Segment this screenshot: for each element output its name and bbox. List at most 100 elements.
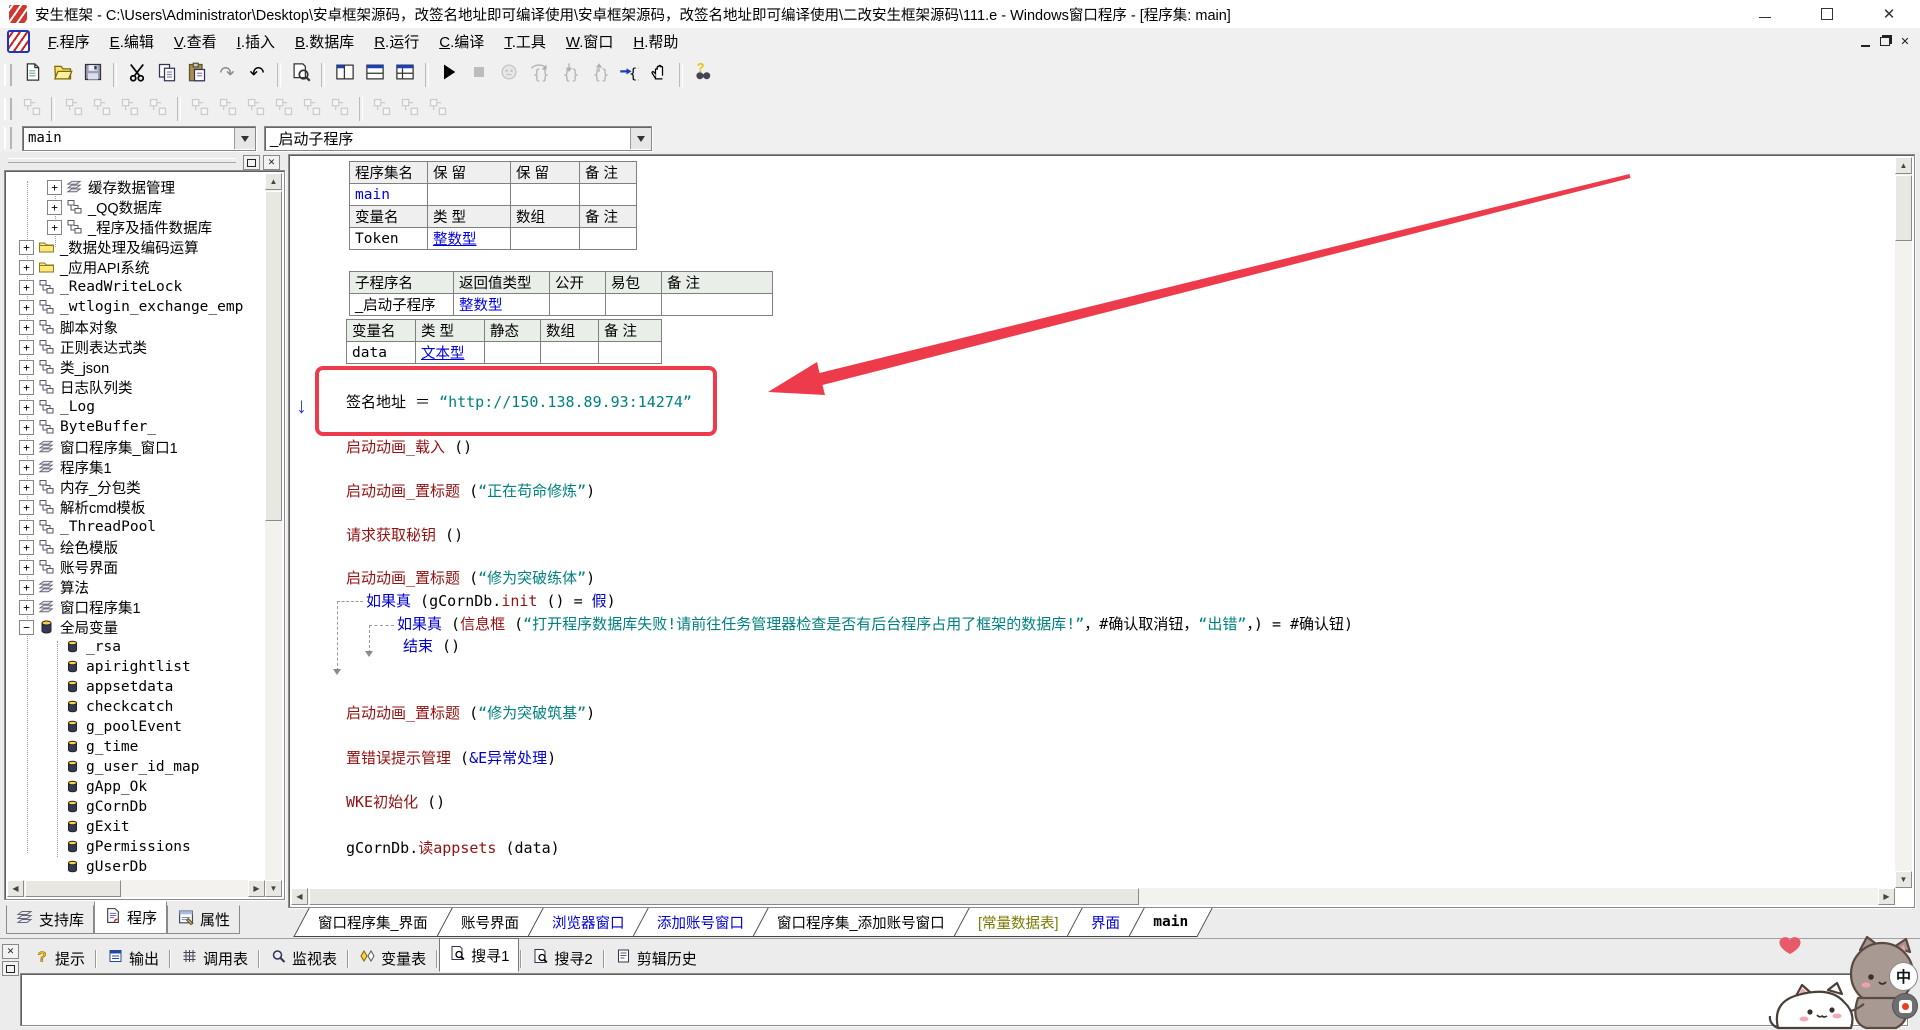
table-header-cell[interactable]: 类 型 bbox=[416, 320, 485, 342]
code-line-4[interactable]: 启动动画_置标题 (“修为突破练体”) bbox=[346, 567, 595, 588]
table-header-cell[interactable]: 保 留 bbox=[428, 162, 511, 184]
tree-expander[interactable]: + bbox=[19, 520, 34, 535]
code-line-8[interactable]: 启动动画_置标题 (“修为突破筑基”) bbox=[346, 702, 595, 723]
find-in-doc-button[interactable] bbox=[286, 61, 316, 89]
editor-tab-窗口程序集_界面[interactable]: 窗口程序集_界面 bbox=[293, 908, 452, 937]
scroll-left-button[interactable]: ◀ bbox=[7, 880, 24, 897]
table-cell[interactable]: Token bbox=[350, 228, 428, 250]
left-tab-支持库[interactable]: 支持库 bbox=[6, 905, 94, 934]
tree-item-apirightlist[interactable]: apirightlist bbox=[47, 657, 191, 677]
code-line-5[interactable]: 如果真 (gCornDb.init () = 假) bbox=[366, 590, 616, 611]
layout-vertical-button[interactable] bbox=[330, 61, 360, 89]
bottom-tab-监视表[interactable]: 监视表 bbox=[261, 944, 346, 972]
tree-item-_Log[interactable]: +_Log bbox=[19, 397, 95, 417]
toolbar-grip[interactable] bbox=[4, 98, 12, 120]
table-header-cell[interactable]: 数组 bbox=[511, 206, 580, 228]
menu-item-8[interactable]: W.窗口 bbox=[556, 28, 624, 55]
tree-expander[interactable]: + bbox=[47, 180, 62, 195]
tree-expander[interactable]: + bbox=[19, 240, 34, 255]
table-header-cell[interactable]: 备 注 bbox=[580, 162, 637, 184]
table-cell[interactable]: main bbox=[350, 184, 428, 206]
bottom-tab-搜寻1[interactable]: 搜寻1 bbox=[439, 938, 519, 972]
tree-item-_程序及插件数据库[interactable]: +_程序及插件数据库 bbox=[47, 217, 212, 237]
code-line-9[interactable]: 置错误提示管理 (&E异常处理) bbox=[346, 747, 556, 768]
new-doc-button[interactable] bbox=[18, 61, 48, 89]
open-file-button[interactable] bbox=[48, 61, 78, 89]
tree-expander[interactable]: + bbox=[19, 460, 34, 475]
table-cell[interactable]: 整数型 bbox=[454, 294, 550, 316]
table-cell[interactable] bbox=[511, 228, 580, 250]
tree-expander[interactable]: + bbox=[19, 480, 34, 495]
output-panel-close-button[interactable]: ✕ bbox=[2, 944, 19, 959]
menu-item-9[interactable]: H.帮助 bbox=[623, 28, 688, 55]
layout-horizontal-button[interactable] bbox=[360, 61, 390, 89]
tree-item-窗口程序集_窗口1[interactable]: +窗口程序集_窗口1 bbox=[19, 437, 178, 457]
table-header-cell[interactable]: 类 型 bbox=[428, 206, 511, 228]
tree-item-脚本对象[interactable]: +脚本对象 bbox=[19, 317, 118, 337]
table-cell[interactable]: 文本型 bbox=[416, 342, 485, 364]
undo-button[interactable]: ↶ bbox=[242, 61, 272, 89]
editor-vscrollbar[interactable]: ▲ ▼ bbox=[1895, 157, 1912, 888]
bottom-tab-提示[interactable]: ?提示 bbox=[24, 944, 94, 972]
scroll-up-button[interactable]: ▲ bbox=[1895, 157, 1912, 174]
bottom-tab-调用表[interactable]: 调用表 bbox=[172, 944, 257, 972]
tree-expander[interactable]: + bbox=[19, 440, 34, 455]
menu-item-4[interactable]: B.数据库 bbox=[285, 28, 364, 55]
assembly-combobox[interactable]: main bbox=[22, 126, 256, 151]
tree-item-_数据处理及编码运算[interactable]: +_数据处理及编码运算 bbox=[19, 237, 199, 257]
tree-item-checkcatch[interactable]: checkcatch bbox=[47, 697, 173, 717]
tree-expander[interactable]: + bbox=[19, 280, 34, 295]
paste-button[interactable] bbox=[182, 61, 212, 89]
tree-vscroll-thumb[interactable] bbox=[265, 191, 282, 521]
table-cell[interactable] bbox=[580, 228, 637, 250]
menu-item-1[interactable]: E.编辑 bbox=[100, 28, 164, 55]
table-header-cell[interactable]: 备 注 bbox=[662, 272, 773, 294]
cut-button[interactable] bbox=[122, 61, 152, 89]
tree-item-缓存数据管理[interactable]: +缓存数据管理 bbox=[47, 177, 175, 197]
tree-expander[interactable]: + bbox=[19, 540, 34, 555]
tree-hscroll-thumb[interactable] bbox=[25, 880, 121, 897]
layout-grid-button[interactable] bbox=[390, 61, 420, 89]
table-header-cell[interactable]: 子程序名 bbox=[350, 272, 454, 294]
scroll-right-button[interactable]: ▶ bbox=[1878, 888, 1895, 905]
search-result-box[interactable] bbox=[20, 973, 1908, 1026]
tree-item-内存_分包类[interactable]: +内存_分包类 bbox=[19, 477, 141, 497]
subprogram-combobox[interactable]: _启动子程序 bbox=[264, 126, 652, 151]
tree-expander[interactable]: + bbox=[47, 200, 62, 215]
tree-item-算法[interactable]: +算法 bbox=[19, 577, 89, 597]
tree-item-解析cmd模板[interactable]: +解析cmd模板 bbox=[19, 497, 145, 517]
editor-tab-[常量数据表][interactable]: [常量数据表] bbox=[953, 908, 1083, 937]
table-header-cell[interactable]: 静态 bbox=[485, 320, 541, 342]
table-cell[interactable] bbox=[511, 184, 580, 206]
tree-expander[interactable]: + bbox=[19, 500, 34, 515]
bottom-tab-搜寻2[interactable]: 搜寻2 bbox=[523, 944, 601, 972]
tree-expander[interactable]: + bbox=[19, 600, 34, 615]
tree-expander[interactable]: + bbox=[19, 580, 34, 595]
table-cell[interactable] bbox=[606, 294, 662, 316]
tree-expander[interactable]: + bbox=[19, 260, 34, 275]
tree-item-_ReadWriteLock[interactable]: +_ReadWriteLock bbox=[19, 277, 182, 297]
tree-item-程序集1[interactable]: +程序集1 bbox=[19, 457, 112, 477]
copy-button[interactable] bbox=[152, 61, 182, 89]
tree-item-_QQ数据库[interactable]: +_QQ数据库 bbox=[47, 197, 162, 217]
tree-expander[interactable]: + bbox=[19, 340, 34, 355]
table-cell[interactable] bbox=[662, 294, 773, 316]
assembly-dropdown-button[interactable] bbox=[234, 128, 255, 149]
run-button[interactable] bbox=[434, 61, 464, 89]
run-to-cursor-button[interactable]: {} bbox=[614, 61, 644, 89]
tree-expander[interactable]: + bbox=[19, 420, 34, 435]
table-cell[interactable] bbox=[550, 294, 606, 316]
pause-hand-button[interactable] bbox=[644, 61, 674, 89]
scroll-up-button[interactable]: ▲ bbox=[265, 173, 282, 190]
tree-expander[interactable]: + bbox=[19, 320, 34, 335]
tree-item-全局变量[interactable]: −全局变量 bbox=[19, 617, 118, 637]
table-header-cell[interactable]: 公开 bbox=[550, 272, 606, 294]
editor-tab-窗口程序集_添加账号窗口[interactable]: 窗口程序集_添加账号窗口 bbox=[752, 908, 969, 937]
output-panel-float-button[interactable] bbox=[2, 961, 19, 976]
table-header-cell[interactable]: 返回值类型 bbox=[454, 272, 550, 294]
record-button[interactable] bbox=[1892, 993, 1918, 1019]
left-tab-属性[interactable]: 属性 bbox=[167, 905, 240, 934]
tree-item-g_user_id_map[interactable]: g_user_id_map bbox=[47, 757, 200, 777]
editor-tab-添加账号窗口[interactable]: 添加账号窗口 bbox=[632, 908, 768, 937]
tree-item-正则表达式类[interactable]: +正则表达式类 bbox=[19, 337, 147, 357]
